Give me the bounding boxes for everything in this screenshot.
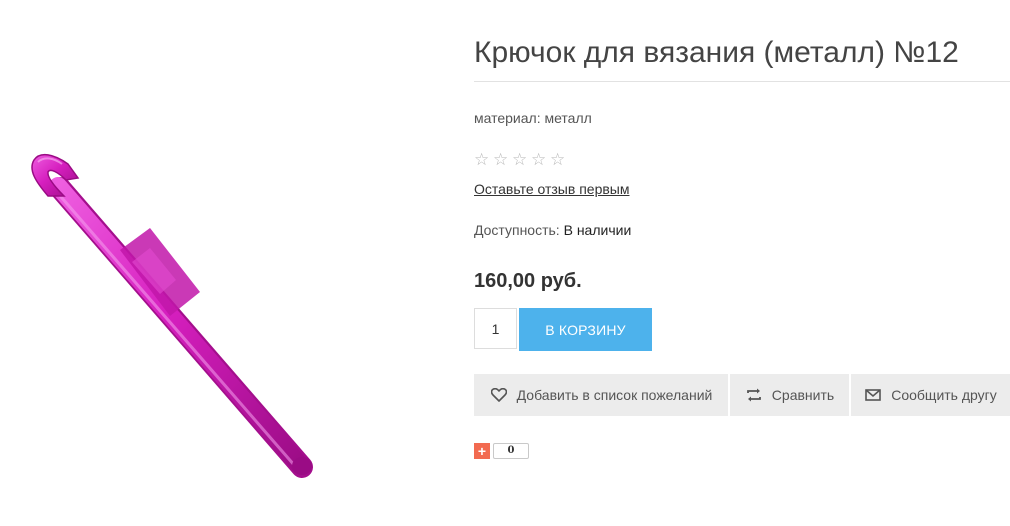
star-icon[interactable]: ☆ — [474, 151, 492, 169]
add-to-wishlist-button[interactable]: Добавить в список пожеланий — [474, 374, 728, 416]
star-icon[interactable]: ☆ — [550, 151, 568, 169]
product-price: 160,00 руб. — [474, 270, 582, 292]
compare-button[interactable]: Сравнить — [730, 374, 849, 416]
compare-arrows-icon — [745, 386, 763, 404]
compare-label: Сравнить — [771, 387, 835, 403]
product-actions: Добавить в список пожеланий Сравнить Соо… — [474, 374, 1010, 416]
product-image[interactable] — [0, 0, 440, 521]
star-icon[interactable]: ☆ — [531, 151, 549, 169]
star-icon[interactable]: ☆ — [493, 151, 511, 169]
share-count: 0 — [493, 443, 529, 459]
product-material: материал: металл — [474, 110, 592, 126]
write-review-link[interactable]: Оставьте отзыв первым — [474, 181, 629, 197]
quantity-input[interactable] — [474, 308, 517, 349]
star-icon[interactable]: ☆ — [512, 151, 530, 169]
wishlist-label: Добавить в список пожеланий — [516, 387, 713, 403]
share-widget: + 0 — [474, 443, 529, 459]
availability: Доступность: В наличии — [474, 222, 631, 238]
availability-label: Доступность: — [474, 222, 560, 238]
availability-value: В наличии — [563, 222, 632, 238]
rating-stars: ☆ ☆ ☆ ☆ ☆ — [474, 151, 568, 169]
title-divider — [474, 81, 1010, 82]
product-details: Крючок для вязания (металл) №12 материал… — [474, 0, 1010, 521]
add-to-cart-button[interactable]: В КОРЗИНУ — [519, 308, 652, 351]
product-title: Крючок для вязания (металл) №12 — [474, 36, 959, 69]
heart-icon — [490, 386, 508, 404]
tell-friend-label: Сообщить другу — [891, 387, 997, 403]
product-image-area — [0, 0, 440, 521]
tell-friend-button[interactable]: Сообщить другу — [851, 374, 1010, 416]
envelope-icon — [864, 386, 882, 404]
plus-icon[interactable]: + — [474, 443, 490, 459]
